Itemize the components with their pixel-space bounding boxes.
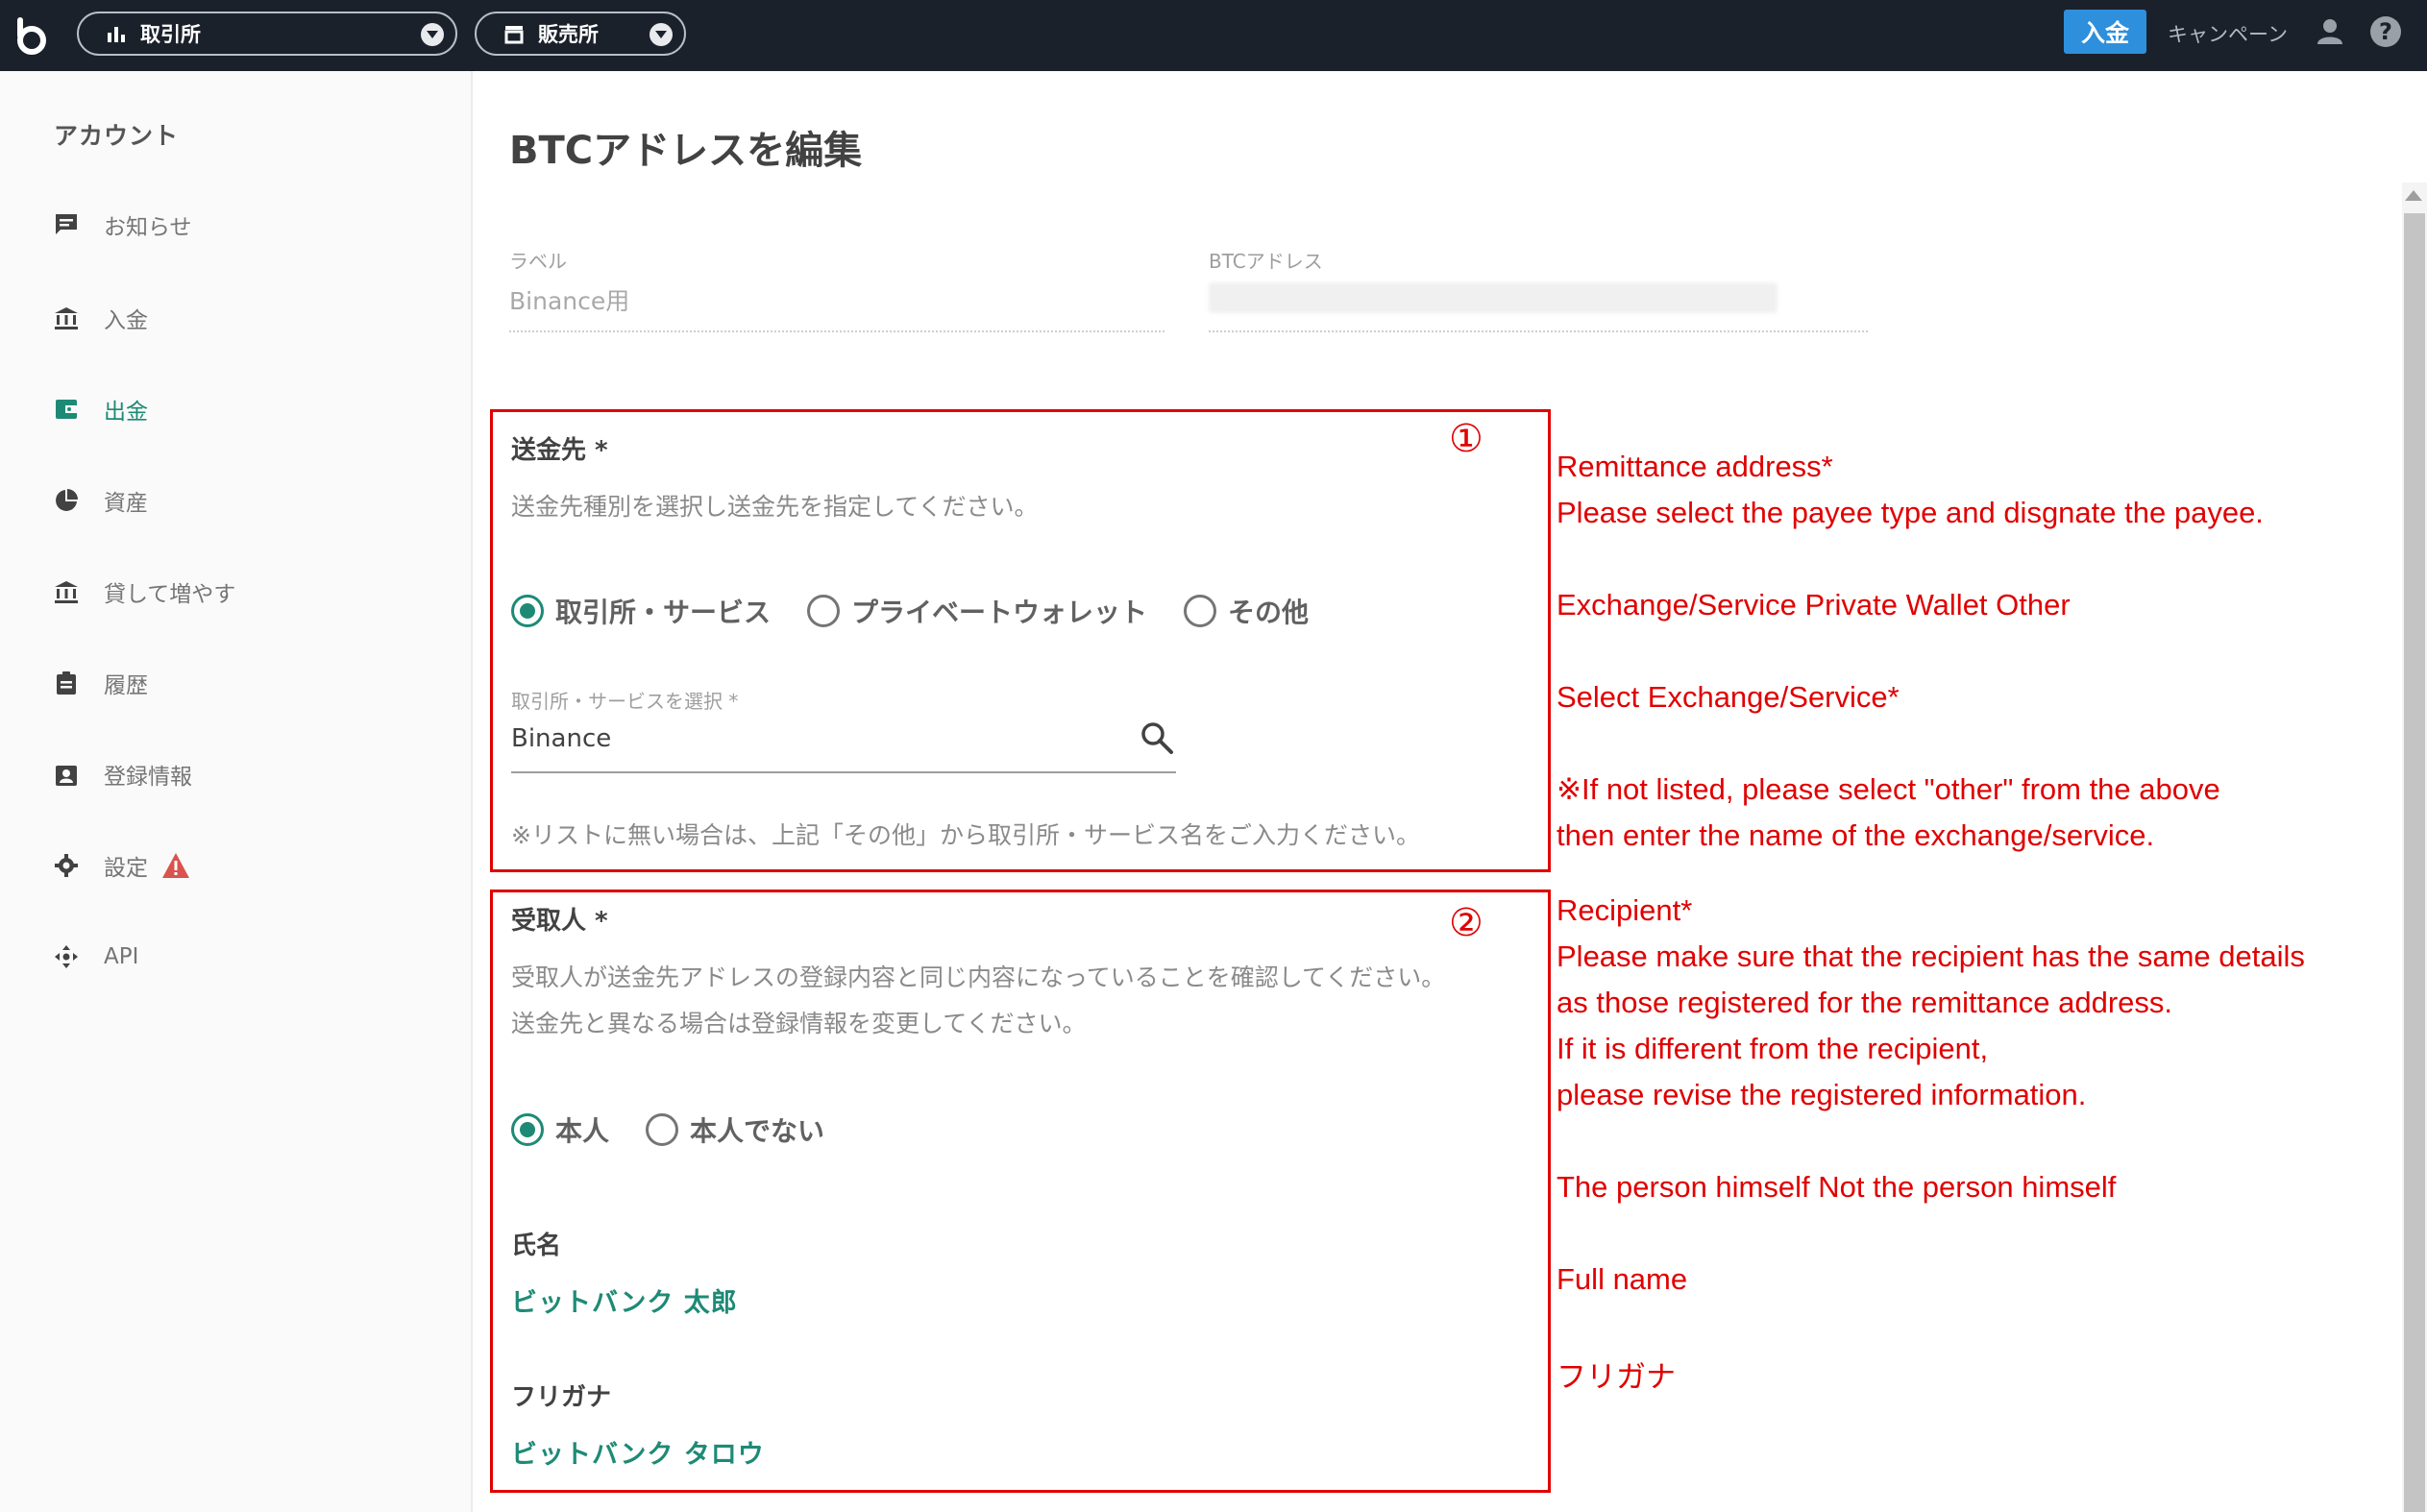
sidebar-item-registration[interactable]: 登録情報	[54, 755, 192, 793]
address-field-label: BTCアドレス	[1209, 250, 1323, 273]
warning-icon	[161, 852, 190, 879]
wallet-icon	[54, 397, 79, 422]
radio-not-self[interactable]	[646, 1113, 679, 1146]
recipient-description-2: 送金先と異なる場合は登録情報を変更してください。	[511, 1010, 1087, 1037]
sidebar-item-assets[interactable]: 資産	[54, 481, 148, 520]
annotation-box-1	[490, 409, 1551, 872]
radio-other[interactable]	[1184, 595, 1217, 627]
annotation-text: Remittance address*	[1557, 450, 1833, 483]
sidebar-item-news[interactable]: お知らせ	[54, 206, 192, 244]
recipient-radio-group: 本人 本人でない	[511, 1110, 861, 1149]
exchange-label: 取引所	[140, 23, 201, 46]
exchange-select-label: 取引所・サービスを選択 *	[511, 690, 739, 713]
bar-chart-icon	[106, 23, 127, 44]
destination-title: 送金先 *	[511, 436, 608, 465]
radio-label: 取引所・サービス	[555, 597, 772, 628]
search-icon[interactable]	[1140, 720, 1174, 755]
label-field-underline	[509, 330, 1164, 332]
annotation-text: as those registered for the remittance a…	[1557, 986, 2172, 1019]
sidebar-item-label: 入金	[104, 308, 148, 333]
sidebar-item-lending[interactable]: 貸して増やす	[54, 573, 235, 611]
api-icon	[54, 944, 79, 969]
page-title: BTCアドレスを編集	[509, 129, 863, 173]
sidebar-item-label: 登録情報	[104, 765, 192, 790]
full-name-value: ビットバンク 太郎	[511, 1288, 738, 1318]
annotation-text: The person himself Not the person himsel…	[1557, 1170, 2117, 1204]
svg-text:?: ?	[2379, 18, 2392, 45]
deposit-button[interactable]: 入金	[2064, 10, 2146, 54]
destination-type-radio-group: 取引所・サービス プライベートウォレット その他	[511, 592, 1345, 630]
sidebar-item-withdraw[interactable]: 出金	[54, 390, 148, 428]
label-field-label: ラベル	[509, 250, 567, 273]
recipient-description-1: 受取人が送金先アドレスの登録内容と同じ内容になっていることを確認してください。	[511, 963, 1446, 991]
annotation-text: please revise the registered information…	[1557, 1078, 2087, 1111]
chevron-down-icon	[421, 23, 444, 46]
sidebar-item-settings[interactable]: 設定	[54, 846, 190, 885]
sidebar-item-label: お知らせ	[104, 215, 192, 240]
id-card-icon	[54, 762, 79, 787]
kana-label: フリガナ	[511, 1383, 612, 1412]
full-name-label: 氏名	[511, 1232, 562, 1260]
help-icon[interactable]: ?	[2369, 15, 2402, 48]
radio-exchange-service[interactable]	[511, 595, 544, 627]
clipboard-icon	[54, 671, 79, 695]
sidebar-item-api[interactable]: API	[54, 938, 138, 976]
recipient-title: 受取人 *	[511, 907, 608, 936]
radio-label: その他	[1228, 597, 1310, 628]
shop-label: 販売所	[538, 23, 599, 46]
label-field-value[interactable]: Binance用	[509, 282, 629, 317]
shop-dropdown[interactable]: 販売所	[475, 12, 686, 56]
store-icon	[503, 23, 525, 44]
annotation-text: If it is different from the recipient,	[1557, 1032, 1989, 1065]
radio-label: プライベートウォレット	[851, 597, 1148, 628]
sidebar-item-label: 履歴	[104, 673, 148, 698]
radio-self[interactable]	[511, 1113, 544, 1146]
annotation-text: then enter the name of the exchange/serv…	[1557, 818, 2155, 852]
top-bar: 取引所 販売所 入金 キャンペーン ?	[0, 0, 2427, 71]
exchange-select-input[interactable]: Binance	[511, 724, 611, 753]
bitbank-logo-icon[interactable]	[13, 15, 50, 56]
sidebar-item-label: 設定	[104, 856, 148, 881]
sidebar-item-label: 資産	[104, 491, 148, 516]
exchange-note: ※リストに無い場合は、上記「その他」から取引所・サービス名をご入力ください。	[511, 821, 1420, 849]
annotation-text: Full name	[1557, 1262, 1688, 1296]
radio-private-wallet[interactable]	[807, 595, 841, 627]
sidebar-item-label: API	[104, 944, 139, 969]
sidebar-item-label: 出金	[104, 400, 148, 425]
sidebar-item-label: 貸して増やす	[104, 582, 236, 607]
sidebar-item-history[interactable]: 履歴	[54, 664, 148, 702]
gear-icon	[54, 853, 79, 878]
radio-label: 本人	[555, 1115, 610, 1147]
annotation-text: Please make sure that the recipient has …	[1557, 939, 2305, 973]
annotation-text: フリガナ	[1557, 1360, 1676, 1394]
campaign-link[interactable]: キャンペーン	[2168, 19, 2288, 48]
address-field-value[interactable]	[1209, 282, 1777, 313]
annotation-text: Please select the payee type and disgnat…	[1557, 496, 2264, 529]
address-field-underline	[1209, 330, 1868, 332]
scrollbar-thumb[interactable]	[2404, 213, 2425, 1512]
bank-icon	[54, 305, 79, 330]
annotation-text: Exchange/Service Private Wallet Other	[1557, 588, 2071, 622]
kana-value: ビットバンク タロウ	[511, 1440, 765, 1470]
sidebar-item-deposit[interactable]: 入金	[54, 299, 148, 337]
chevron-down-icon	[650, 23, 673, 46]
sidebar-heading: アカウント	[54, 122, 180, 150]
message-icon	[54, 212, 79, 237]
annotation-number-2: ②	[1449, 901, 1483, 945]
bank-icon	[54, 579, 79, 604]
pie-chart-icon	[54, 488, 79, 513]
radio-label: 本人でない	[690, 1115, 825, 1147]
annotation-text: ※If not listed, please select "other" fr…	[1557, 772, 2220, 806]
destination-description: 送金先種別を選択し送金先を指定してください。	[511, 493, 1039, 521]
exchange-select-underline	[511, 771, 1176, 773]
scroll-up-arrow-icon[interactable]	[2405, 190, 2422, 201]
exchange-dropdown[interactable]: 取引所	[77, 12, 457, 56]
user-icon[interactable]	[2316, 17, 2344, 46]
annotation-text: Select Exchange/Service*	[1557, 680, 1900, 714]
annotation-text: Recipient*	[1557, 893, 1693, 927]
annotation-number-1: ①	[1449, 417, 1483, 461]
